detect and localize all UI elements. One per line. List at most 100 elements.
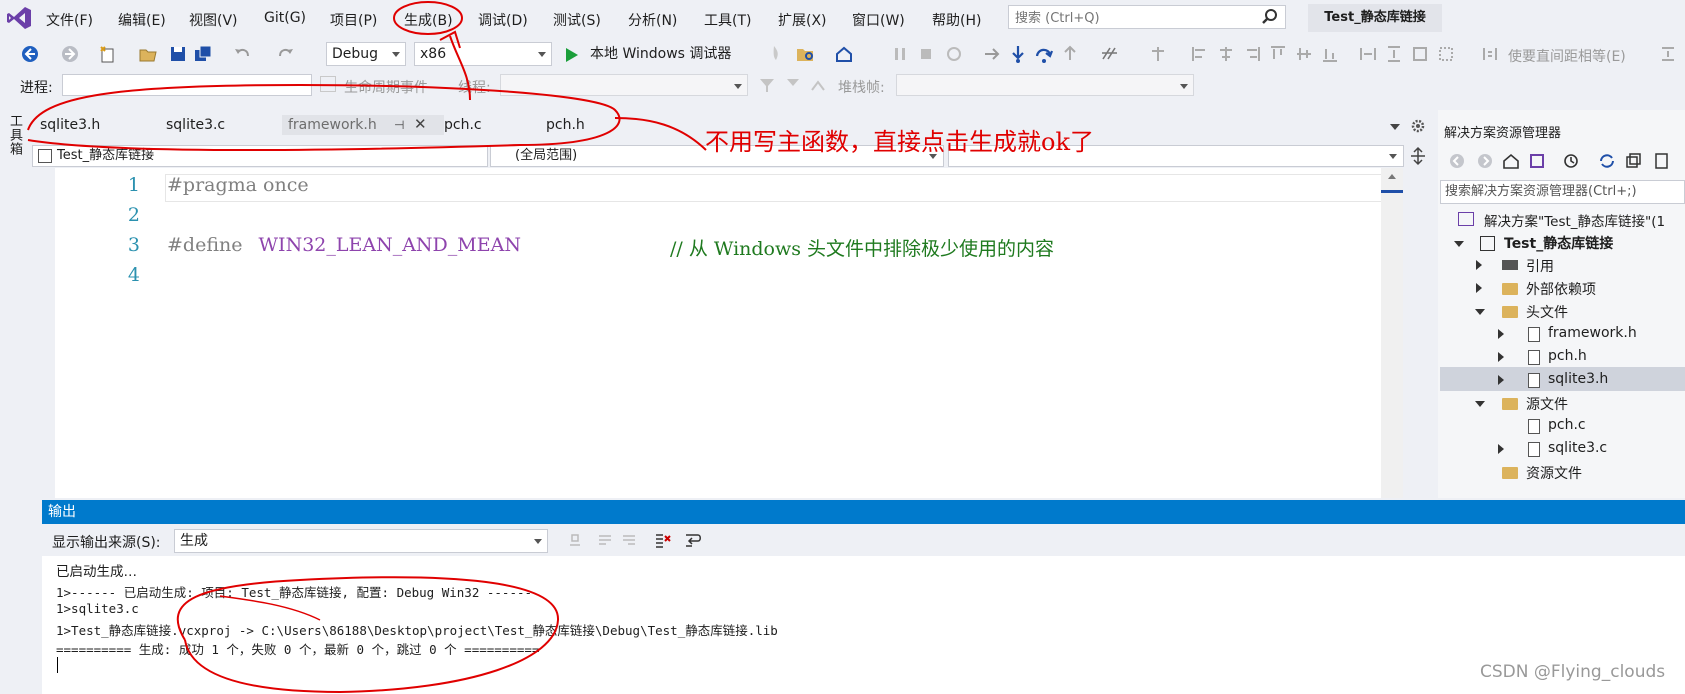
menu-help[interactable]: 帮助(H) <box>932 10 981 30</box>
tree-resource-files[interactable]: 资源文件 <box>1526 463 1582 483</box>
search-icon[interactable] <box>1261 8 1279 26</box>
menu-extensions[interactable]: 扩展(X) <box>778 10 827 30</box>
forward-icon[interactable] <box>60 44 80 64</box>
step-out-icon[interactable] <box>1060 44 1080 64</box>
vertical-spacing-icon[interactable] <box>1658 44 1678 64</box>
align-top-icon[interactable] <box>1268 44 1288 64</box>
se-home-icon[interactable] <box>1502 152 1520 170</box>
tab-framework-h[interactable]: framework.h ⊣ ✕ <box>282 115 444 135</box>
tree-pch-c[interactable]: pch.c <box>1548 417 1586 433</box>
tree-header-files[interactable]: 头文件 <box>1526 302 1568 322</box>
next-message-icon[interactable] <box>620 531 638 549</box>
find-message-icon[interactable] <box>566 531 584 549</box>
collapsed-icon[interactable] <box>1476 283 1482 293</box>
menu-file[interactable]: 文件(F) <box>46 10 93 30</box>
se-back-icon[interactable] <box>1448 152 1466 170</box>
back-icon[interactable] <box>20 44 40 64</box>
undo-icon[interactable] <box>232 44 252 64</box>
same-size-icon[interactable] <box>1410 44 1430 64</box>
show-next-statement-icon[interactable] <box>982 44 1002 64</box>
tab-pch-h[interactable]: pch.h <box>546 117 585 133</box>
toolbox-tab[interactable]: 工具箱 <box>4 114 24 156</box>
menu-window[interactable]: 窗口(W) <box>852 10 905 30</box>
find-in-files-icon[interactable] <box>796 44 816 64</box>
collapsed-icon[interactable] <box>1498 329 1504 339</box>
tree-references[interactable]: 引用 <box>1526 256 1554 276</box>
editor-vertical-scrollbar[interactable] <box>1381 168 1403 498</box>
spacing-icon[interactable] <box>1480 44 1500 64</box>
project-nav-select[interactable]: Test_静态库链接 <box>32 145 488 167</box>
thread-select[interactable] <box>500 74 748 96</box>
tab-sqlite3-h[interactable]: sqlite3.h <box>40 117 100 133</box>
close-tab-icon[interactable]: ✕ <box>414 115 427 133</box>
configuration-select[interactable]: Debug <box>326 42 406 66</box>
collapsed-icon[interactable] <box>1498 352 1504 362</box>
lifecycle-events-label[interactable]: 生命周期事件 <box>344 77 428 97</box>
lifecycle-events-icon[interactable] <box>320 76 336 92</box>
se-show-all-files-icon[interactable] <box>1652 152 1670 170</box>
collapsed-icon[interactable] <box>1498 375 1504 385</box>
menu-test[interactable]: 测试(S) <box>553 10 601 30</box>
process-select[interactable] <box>62 74 312 96</box>
menu-git[interactable]: Git(G) <box>264 10 306 26</box>
global-search-box[interactable] <box>1008 5 1286 29</box>
stack-frame-select[interactable] <box>896 74 1194 96</box>
settings-gear-icon[interactable] <box>1410 118 1426 134</box>
output-text-area[interactable]: 已启动生成… 1>------ 已启动生成: 项目: Test_静态库链接, 配… <box>42 556 1685 694</box>
global-search-input[interactable] <box>1013 7 1257 29</box>
se-pending-changes-icon[interactable] <box>1562 152 1580 170</box>
previous-message-icon[interactable] <box>596 531 614 549</box>
pin-icon[interactable]: ⊣ <box>394 118 404 132</box>
solution-explorer-search[interactable]: 搜索解决方案资源管理器(Ctrl+;) <box>1440 180 1685 204</box>
scroll-up-icon[interactable] <box>1387 172 1397 180</box>
filter-icon[interactable] <box>758 76 776 94</box>
menu-edit[interactable]: 编辑(E) <box>118 10 166 30</box>
menu-debug[interactable]: 调试(D) <box>478 10 528 30</box>
same-width-icon[interactable] <box>1358 44 1378 64</box>
pause-icon[interactable] <box>890 44 910 64</box>
step-over-icon[interactable] <box>1034 44 1054 64</box>
menu-tools[interactable]: 工具(T) <box>704 10 751 30</box>
tree-solution-node[interactable]: 解决方案"Test_静态库链接"(1 <box>1484 210 1665 230</box>
home-icon[interactable] <box>834 44 854 64</box>
stop-icon[interactable] <box>916 44 936 64</box>
expanded-icon[interactable] <box>1475 309 1485 315</box>
start-debugging-button[interactable]: 本地 Windows 调试器 <box>566 41 731 67</box>
tree-project-node[interactable]: Test_静态库链接 <box>1504 233 1613 253</box>
code-line-3[interactable]: #define WIN32_LEAN_AND_MEAN <box>167 234 521 256</box>
same-height-icon[interactable] <box>1384 44 1404 64</box>
clear-all-icon[interactable] <box>654 531 672 549</box>
code-editor[interactable]: 1 2 3 4 #pragma once #define WIN32_LEAN_… <box>55 168 1403 498</box>
align-right-icon[interactable] <box>1242 44 1262 64</box>
se-switch-views-icon[interactable] <box>1528 152 1546 170</box>
new-project-icon[interactable] <box>98 44 118 64</box>
restart-icon[interactable] <box>944 44 964 64</box>
show-threads-icon[interactable] <box>810 76 828 94</box>
word-wrap-icon[interactable] <box>684 531 702 549</box>
open-file-icon[interactable] <box>138 44 158 64</box>
se-sync-icon[interactable] <box>1598 152 1616 170</box>
align-left-icon[interactable] <box>1190 44 1210 64</box>
tree-source-files[interactable]: 源文件 <box>1526 394 1568 414</box>
tree-sqlite3-c[interactable]: sqlite3.c <box>1548 440 1607 456</box>
split-editor-icon[interactable] <box>1408 146 1428 166</box>
expanded-icon[interactable] <box>1475 401 1485 407</box>
tree-external-deps[interactable]: 外部依赖项 <box>1526 279 1596 299</box>
menu-build[interactable]: 生成(B) <box>404 10 453 30</box>
se-collapse-all-icon[interactable] <box>1624 152 1642 170</box>
save-all-icon[interactable] <box>193 44 213 64</box>
se-forward-icon[interactable] <box>1476 152 1494 170</box>
tree-framework-h[interactable]: framework.h <box>1548 325 1637 341</box>
size-to-grid-icon[interactable] <box>1436 44 1456 64</box>
tree-sqlite3-h[interactable]: sqlite3.h <box>1548 371 1608 387</box>
output-source-select[interactable]: 生成 <box>174 529 548 553</box>
platform-select[interactable]: x86 <box>414 42 552 66</box>
expanded-icon[interactable] <box>1454 241 1464 247</box>
tab-pch-c[interactable]: pch.c <box>444 117 482 133</box>
tab-sqlite3-c[interactable]: sqlite3.c <box>166 117 225 133</box>
tree-pch-h[interactable]: pch.h <box>1548 348 1587 364</box>
align-bottom-icon[interactable] <box>1320 44 1340 64</box>
collapsed-icon[interactable] <box>1498 444 1504 454</box>
collapsed-icon[interactable] <box>1476 260 1482 270</box>
output-panel-header[interactable]: 输出 <box>42 500 1685 524</box>
